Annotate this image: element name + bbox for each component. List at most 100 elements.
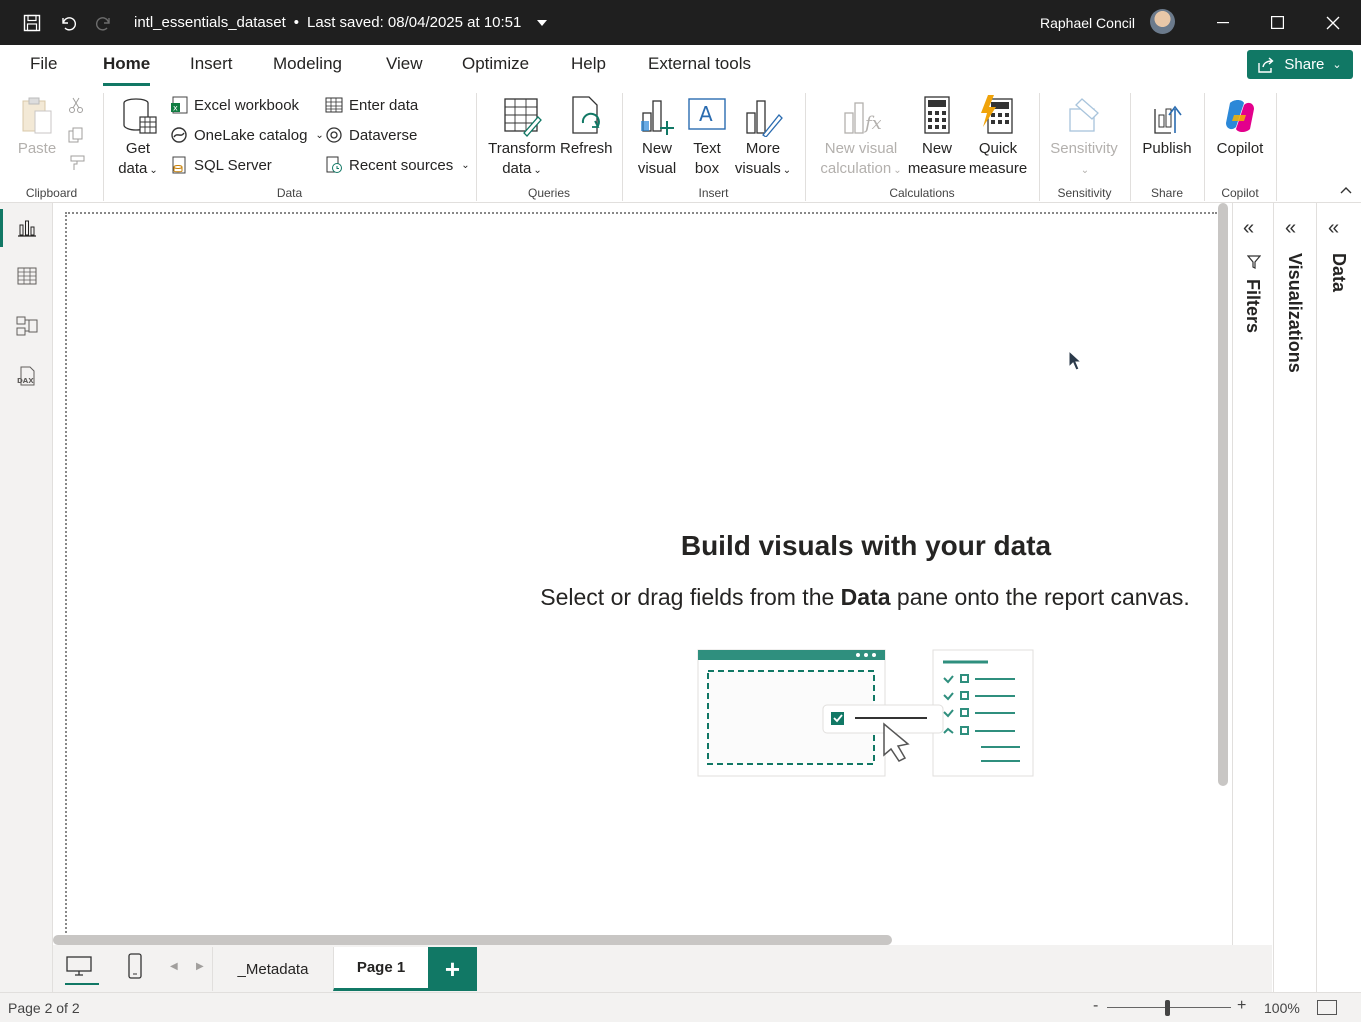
cut-icon[interactable] <box>68 97 84 118</box>
zoom-out-button[interactable]: - <box>1093 997 1098 1015</box>
tab-view[interactable]: View <box>386 54 423 82</box>
collapse-ribbon-icon[interactable] <box>1340 183 1352 197</box>
next-page-icon[interactable]: ▶ <box>196 961 204 972</box>
zoom-slider-thumb[interactable] <box>1165 1000 1170 1016</box>
enter-data-label: Enter data <box>349 96 419 114</box>
paste-button[interactable]: Paste <box>16 95 58 159</box>
get-data-label-2: data <box>118 160 148 177</box>
tab-file[interactable]: File <box>30 54 57 82</box>
page-tabs-bar: ◀ ▶ _Metadata Page 1 + <box>53 945 1272 992</box>
more-visuals-label-1: More <box>745 140 781 157</box>
redo-icon[interactable] <box>86 0 122 45</box>
expand-visualizations-icon[interactable]: « <box>1285 217 1296 240</box>
group-separator <box>1276 93 1277 201</box>
chevron-down-icon: ⌄ <box>1332 59 1342 71</box>
tab-modeling[interactable]: Modeling <box>273 54 342 82</box>
vertical-scrollbar[interactable] <box>1218 203 1228 786</box>
page-indicator: Page 2 of 2 <box>8 1000 80 1016</box>
copilot-label: Copilot <box>1216 140 1264 157</box>
add-page-button[interactable]: + <box>428 947 477 991</box>
onelake-catalog-button[interactable]: OneLake catalog ⌄ <box>170 124 324 146</box>
tab-insert[interactable]: Insert <box>190 54 233 82</box>
group-separator <box>1204 93 1205 201</box>
tab-optimize[interactable]: Optimize <box>462 54 529 82</box>
report-view-button[interactable] <box>0 205 53 251</box>
document-title[interactable]: intl_essentials_dataset • Last saved: 08… <box>134 14 548 31</box>
get-data-label-1: Get <box>125 140 151 157</box>
paste-label: Paste <box>17 140 57 157</box>
svg-text:DAX: DAX <box>17 377 34 385</box>
new-measure-button[interactable]: New measure <box>907 95 967 179</box>
tab-home[interactable]: Home <box>103 54 151 86</box>
quick-measure-button[interactable]: Quick measure <box>968 95 1028 179</box>
mobile-layout-button[interactable] <box>127 953 143 984</box>
expand-data-icon[interactable]: « <box>1328 217 1339 240</box>
more-visuals-button[interactable]: More visuals ⌄ <box>733 95 793 181</box>
model-view-button[interactable] <box>0 303 53 349</box>
publish-icon <box>1154 105 1182 134</box>
new-visual-calculation-button[interactable]: fx New visual calculation ⌄ <box>815 95 907 181</box>
minimize-button[interactable] <box>1195 0 1250 45</box>
recent-sources-button[interactable]: Recent sources ⌄ <box>325 154 470 176</box>
report-canvas[interactable] <box>53 203 1232 952</box>
visualizations-pane[interactable]: « Visualizations <box>1273 203 1316 992</box>
svg-text:x: x <box>173 104 178 113</box>
desktop-layout-button[interactable] <box>65 955 99 985</box>
fit-to-page-icon[interactable] <box>1317 1000 1337 1015</box>
tab-external-tools[interactable]: External tools <box>648 54 751 82</box>
user-name[interactable]: Raphael Concil <box>1040 0 1135 45</box>
avatar[interactable] <box>1150 9 1175 34</box>
zoom-in-button[interactable]: + <box>1237 997 1246 1015</box>
get-data-button[interactable]: Get data ⌄ <box>113 95 163 181</box>
filters-pane[interactable]: « Filters <box>1232 203 1273 992</box>
sql-server-button[interactable]: SQL Server <box>170 154 272 176</box>
table-view-button[interactable] <box>0 253 53 299</box>
save-icon[interactable] <box>14 0 50 45</box>
text-box-button[interactable]: A Text box <box>685 95 729 179</box>
enter-data-button[interactable]: Enter data <box>325 94 418 116</box>
new-visual-label-1: New <box>641 140 672 157</box>
refresh-button[interactable]: Refresh <box>560 95 613 159</box>
chevron-down-icon: ⌄ <box>149 165 158 176</box>
new-visual-button[interactable]: New visual <box>635 95 679 179</box>
page-tab-page-1[interactable]: Page 1 <box>333 947 428 991</box>
more-visuals-label-2: visuals <box>734 160 781 177</box>
dax-query-view-button[interactable]: DAX <box>0 353 53 399</box>
desktop-icon <box>66 956 92 976</box>
undo-icon[interactable] <box>50 0 86 45</box>
data-pane[interactable]: « Data <box>1316 203 1361 992</box>
sql-server-label: SQL Server <box>194 156 272 174</box>
format-painter-icon[interactable] <box>68 155 86 176</box>
previous-page-icon[interactable]: ◀ <box>170 961 178 972</box>
group-label-copilot: Copilot <box>1221 186 1259 200</box>
sensitivity-button[interactable]: Sensitivity ⌄ <box>1047 95 1121 181</box>
tab-help[interactable]: Help <box>571 54 606 82</box>
share-button[interactable]: Share ⌄ <box>1247 50 1353 79</box>
zoom-level[interactable]: 100% <box>1264 1000 1300 1016</box>
empty-state-title: Build visuals with your data <box>680 530 1052 561</box>
empty-state-subtitle: Select or drag fields from the Data pane… <box>490 584 1240 611</box>
page-tab-metadata[interactable]: _Metadata <box>212 947 333 991</box>
maximize-button[interactable] <box>1250 0 1305 45</box>
publish-button[interactable]: Publish <box>1140 95 1194 159</box>
expand-filters-icon[interactable]: « <box>1243 217 1254 240</box>
visualizations-label: Visualizations <box>1285 253 1305 373</box>
dataverse-icon <box>326 127 342 143</box>
excel-workbook-button[interactable]: x Excel workbook <box>170 94 299 116</box>
horizontal-scrollbar[interactable] <box>53 935 892 945</box>
transform-data-button[interactable]: Transform data ⌄ <box>486 95 558 181</box>
calculator-icon <box>924 96 950 134</box>
recent-sources-icon <box>326 156 342 173</box>
group-label-queries: Queries <box>527 186 571 200</box>
copilot-button[interactable]: Copilot <box>1210 95 1270 159</box>
more-visuals-icon <box>746 100 783 137</box>
title-dropdown-icon[interactable] <box>537 19 548 26</box>
transform-data-icon <box>504 98 542 137</box>
copy-icon[interactable] <box>68 127 84 148</box>
dataverse-button[interactable]: Dataverse <box>325 124 417 146</box>
nvc-label-2: calculation <box>820 160 892 177</box>
chevron-down-icon: ⌄ <box>1080 165 1090 176</box>
quick-measure-label-2: measure <box>968 160 1028 177</box>
close-button[interactable] <box>1305 0 1360 45</box>
empty-sub-before: Select or drag fields from the <box>540 584 841 610</box>
